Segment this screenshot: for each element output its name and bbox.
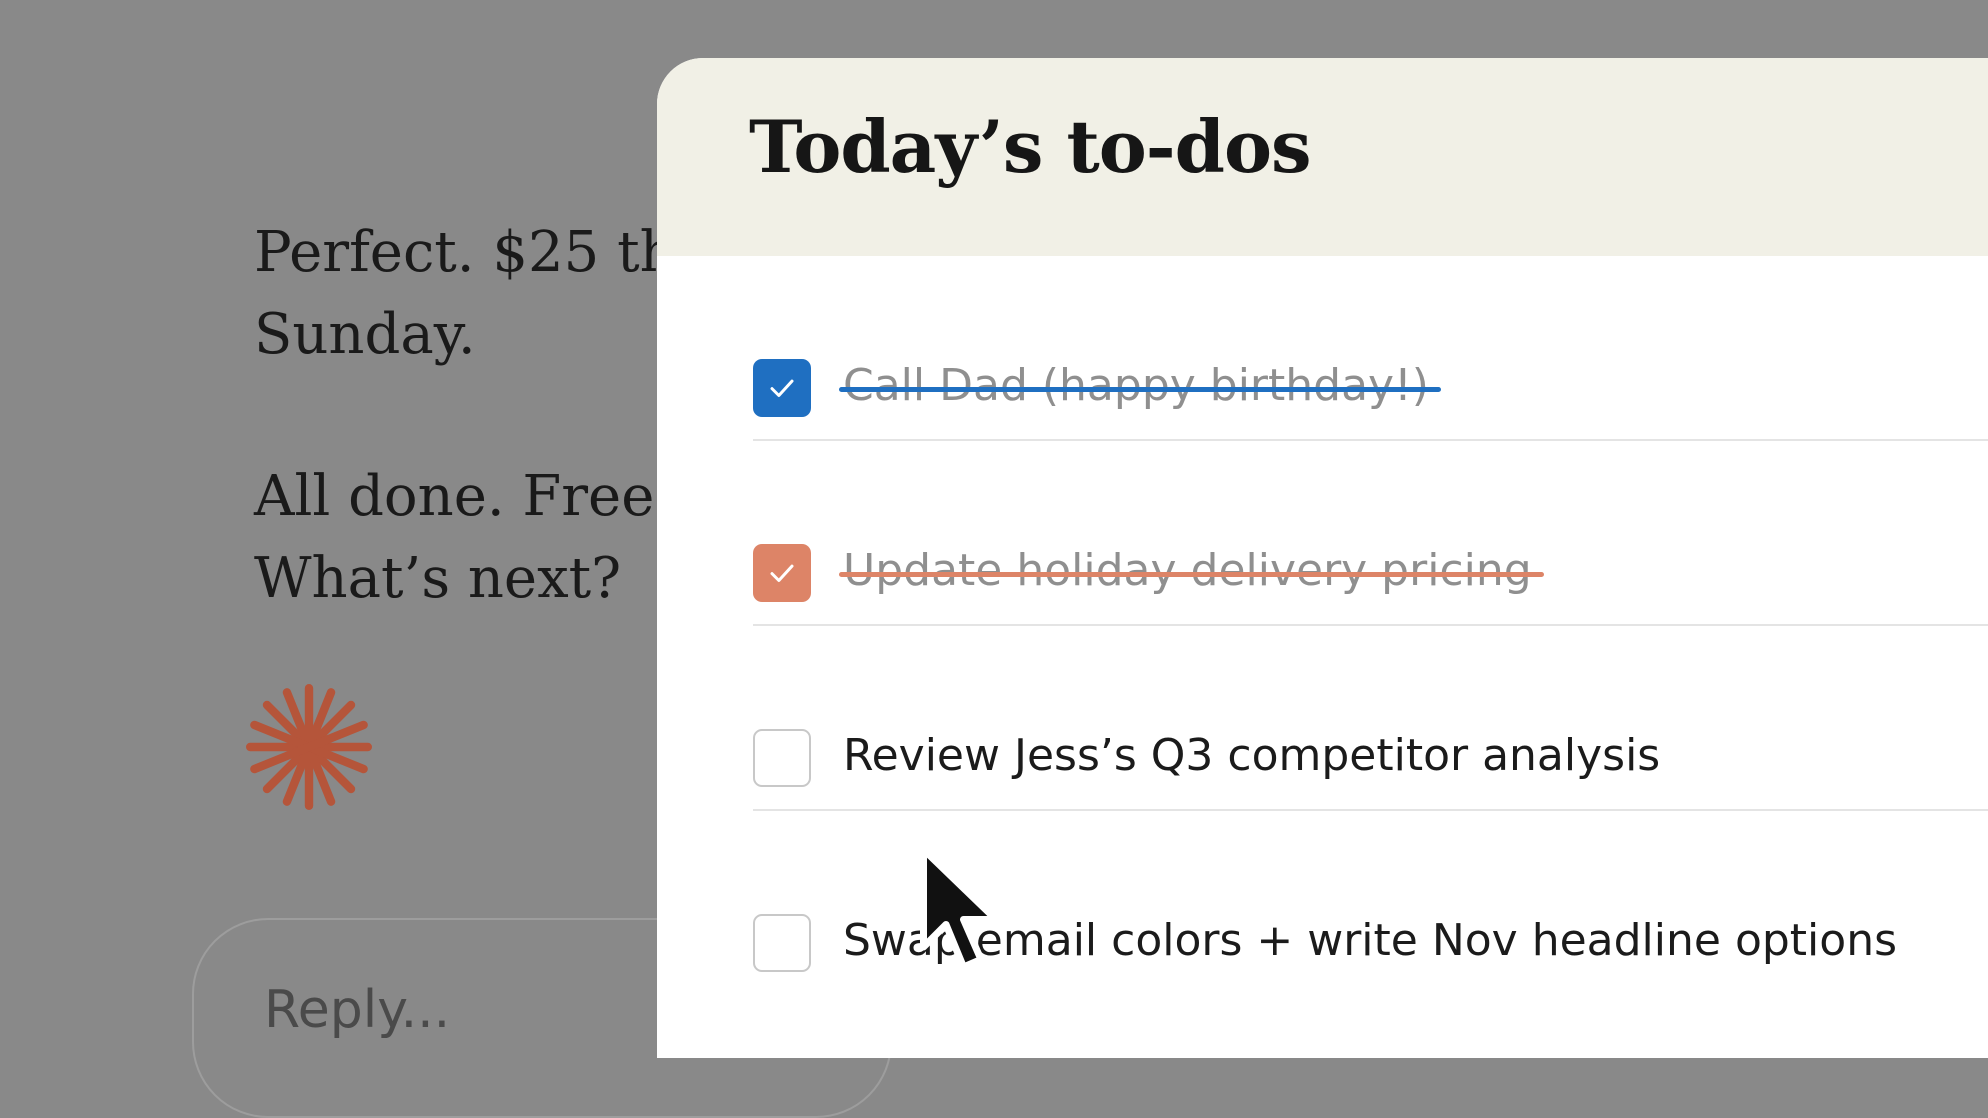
todo-panel: Today’s to-dos Call Dad (happy birthday!… <box>657 58 1988 1058</box>
todo-checkbox[interactable] <box>753 914 811 972</box>
todo-text: Call Dad (happy birthday!) <box>839 354 1441 418</box>
panel-header: Today’s to-dos <box>657 58 1988 256</box>
todo-text: Update holiday delivery pricing <box>839 539 1544 603</box>
assistant-message-2: All done. Free c What’s next? <box>254 456 704 620</box>
assistant-message-1: Perfect. $25 thr Sunday. <box>254 212 702 376</box>
check-icon <box>770 564 794 582</box>
message-line: Sunday. <box>254 302 476 367</box>
message-line: Perfect. $25 thr <box>254 220 703 285</box>
message-line: What’s next? <box>254 546 622 611</box>
todo-item-call-dad[interactable]: Call Dad (happy birthday!) <box>753 256 1988 441</box>
panel-title: Today’s to-dos <box>749 104 1312 189</box>
check-icon <box>770 379 794 397</box>
cursor-icon <box>920 846 1000 971</box>
todo-item-holiday-pricing[interactable]: Update holiday delivery pricing <box>753 441 1988 626</box>
todo-item-review-analysis[interactable]: Review Jess’s Q3 competitor analysis <box>753 626 1988 811</box>
spark-icon <box>246 684 372 810</box>
message-line: All done. Free c <box>254 464 704 529</box>
todo-checkbox-checked[interactable] <box>753 544 811 602</box>
reply-placeholder: Reply... <box>264 980 451 1040</box>
todo-checkbox-checked[interactable] <box>753 359 811 417</box>
todo-text: Review Jess’s Q3 competitor analysis <box>843 730 1661 781</box>
todo-checkbox[interactable] <box>753 729 811 787</box>
